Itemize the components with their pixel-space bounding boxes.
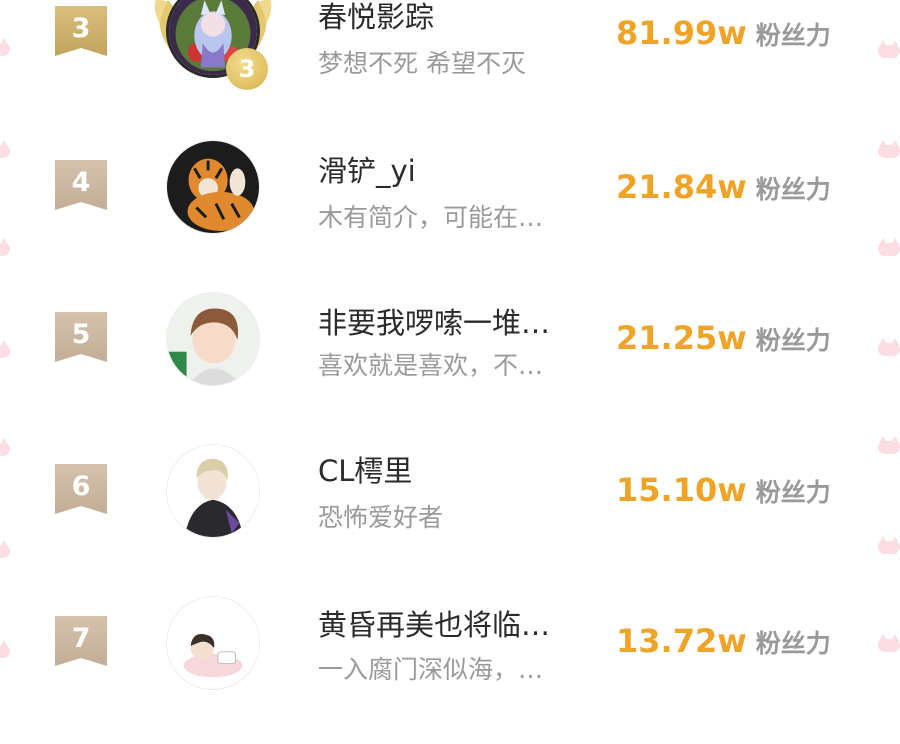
ranking-row[interactable]: 6 CL樗里 恐怖爱好者 15.10w 粉丝力 bbox=[0, 440, 900, 592]
ranking-row[interactable]: 7 黄昏再美也将临… 一入腐门深似海，… 13.72w 粉丝力 bbox=[0, 592, 900, 744]
rank-badge: 3 bbox=[55, 6, 107, 56]
user-avatar[interactable] bbox=[166, 140, 260, 234]
user-avatar[interactable] bbox=[166, 444, 260, 538]
user-avatar[interactable] bbox=[166, 596, 260, 690]
fans-power-unit: 粉丝力 bbox=[755, 175, 831, 204]
user-name[interactable]: 春悦影踪 bbox=[318, 0, 434, 36]
ranking-row[interactable]: 3 3 春悦影踪 梦想不死 希望不灭 81.99w 粉丝力 bbox=[0, 0, 900, 152]
fans-power: 81.99w 粉丝力 bbox=[616, 14, 831, 52]
fans-power-unit: 粉丝力 bbox=[755, 21, 831, 50]
anime-boy-avatar bbox=[167, 293, 259, 385]
user-bio: 恐怖爱好者 bbox=[318, 503, 444, 532]
user-bio: 喜欢就是喜欢，不… bbox=[318, 351, 544, 380]
rank-badge: 5 bbox=[55, 312, 107, 362]
fans-power-value: 21.84w bbox=[616, 168, 747, 206]
fans-power: 21.84w 粉丝力 bbox=[616, 168, 831, 206]
fans-power: 13.72w 粉丝力 bbox=[616, 622, 831, 660]
fans-power-value: 21.25w bbox=[616, 319, 747, 357]
rank-badge: 6 bbox=[55, 464, 107, 514]
fans-power-unit: 粉丝力 bbox=[755, 326, 831, 355]
user-name[interactable]: 黄昏再美也将临… bbox=[318, 602, 550, 644]
top3-number-badge: 3 bbox=[226, 48, 268, 90]
user-bio: 一入腐门深似海，… bbox=[318, 655, 544, 684]
dark-coat-boy-avatar bbox=[167, 445, 259, 537]
sleeping-boy-avatar bbox=[167, 597, 259, 689]
user-avatar[interactable] bbox=[166, 292, 260, 386]
rank-badge: 4 bbox=[55, 160, 107, 210]
user-bio: 梦想不死 希望不灭 bbox=[318, 49, 526, 78]
fans-power-unit: 粉丝力 bbox=[755, 478, 831, 507]
tiger-avatar bbox=[167, 141, 259, 233]
user-bio: 木有简介，可能在… bbox=[318, 203, 544, 232]
ranking-row[interactable]: 5 非要我啰嗦一堆… 喜欢就是喜欢，不… 21.25w 粉丝力 bbox=[0, 288, 900, 440]
fans-power: 15.10w 粉丝力 bbox=[616, 471, 831, 509]
fans-power-value: 81.99w bbox=[616, 14, 747, 52]
ranking-row[interactable]: 4 滑铲_yi 木有简介，可能在… 21.84w 粉丝力 bbox=[0, 136, 900, 288]
fans-power-unit: 粉丝力 bbox=[755, 629, 831, 658]
fans-power-value: 15.10w bbox=[616, 471, 747, 509]
fans-power: 21.25w 粉丝力 bbox=[616, 319, 831, 357]
user-name[interactable]: 非要我啰嗦一堆… bbox=[318, 300, 550, 342]
user-name[interactable]: CL樗里 bbox=[318, 448, 412, 490]
fans-power-value: 13.72w bbox=[616, 622, 747, 660]
rank-badge: 7 bbox=[55, 616, 107, 666]
user-name[interactable]: 滑铲_yi bbox=[318, 148, 416, 190]
